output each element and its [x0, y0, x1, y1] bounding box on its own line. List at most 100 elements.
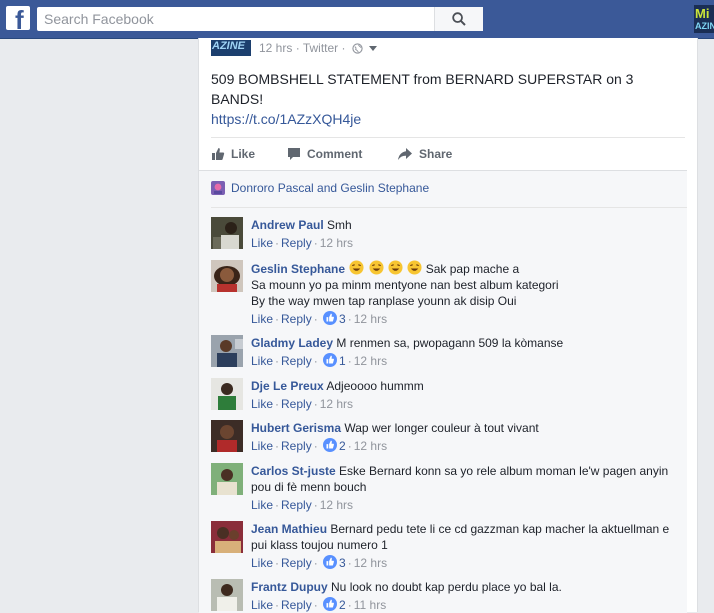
comment-text: Smh: [327, 218, 352, 232]
comment-time[interactable]: 12 hrs: [354, 439, 387, 453]
comment-text: pui klass toujou numero 1: [251, 538, 388, 552]
comment-body: Andrew Paul Smh Like · Reply · 12 hrs: [251, 217, 681, 251]
like-badge-icon: [323, 353, 338, 367]
page-thumbnail-line2: AZIN: [695, 21, 714, 31]
post-author-avatar[interactable]: AZINE: [211, 40, 251, 56]
post-meta: 12 hrs · Twitter ·: [259, 41, 378, 55]
comment-reply-link[interactable]: Reply: [281, 598, 312, 612]
comment-reply-link[interactable]: Reply: [281, 439, 312, 453]
comment-body: Gladmy Ladey M renmen sa, pwopagann 509 …: [251, 335, 681, 369]
divider: [211, 137, 685, 138]
comment-author[interactable]: Carlos St-juste: [251, 464, 336, 478]
laughing-emoji-icon: [407, 260, 422, 275]
comment-like-link[interactable]: Like: [251, 556, 273, 570]
comment-meta: Like · Reply · 3 · 12 hrs: [251, 555, 388, 570]
like-button[interactable]: Like: [211, 145, 255, 163]
comment-reply-link[interactable]: Reply: [281, 397, 312, 411]
laughing-emoji-icon: [369, 260, 384, 275]
laughing-emoji-icon: [388, 260, 403, 275]
like-badge-icon: [323, 597, 338, 611]
comment-author[interactable]: Jean Mathieu: [251, 522, 327, 536]
laughing-emoji-icon: [349, 260, 364, 275]
post-card: AZINE 12 hrs · Twitter · 509 BOMBSHELL S…: [198, 38, 698, 613]
comment-time[interactable]: 12 hrs: [320, 397, 353, 411]
comment-time[interactable]: 12 hrs: [354, 312, 387, 326]
comment-meta: Like · Reply · 2 · 12 hrs: [251, 438, 388, 453]
post-body: 509 BOMBSHELL STATEMENT from BERNARD SUP…: [211, 69, 651, 129]
comment-like-link[interactable]: Like: [251, 354, 273, 368]
comment-like-count[interactable]: 2: [339, 439, 346, 453]
reaction-summary[interactable]: Donroro Pascal and Geslin Stephane: [211, 181, 429, 195]
comment-like-count[interactable]: 3: [339, 312, 346, 326]
comment-text: Sa mounn yo pa minm mentyone nan best al…: [251, 278, 559, 292]
comment-reply-link[interactable]: Reply: [281, 556, 312, 570]
comment-author[interactable]: Hubert Gerisma: [251, 421, 341, 435]
thumbs-up-icon: [212, 148, 225, 160]
avatar[interactable]: [211, 420, 243, 452]
page-thumbnail[interactable]: Mi AZIN: [694, 5, 714, 33]
comment-like-count[interactable]: 1: [339, 354, 346, 368]
search-input[interactable]: [44, 7, 434, 31]
comment-body: Frantz Dupuy Nu look no doubt kap perdu …: [251, 579, 681, 613]
comment-text: Bernard pedu tete li ce cd gazzman kap m…: [330, 522, 670, 536]
avatar[interactable]: [211, 260, 243, 292]
comment-like-count[interactable]: 2: [339, 598, 346, 612]
top-navigation-bar: f Mi AZIN: [0, 0, 714, 39]
comment-like-link[interactable]: Like: [251, 312, 273, 326]
comment-time[interactable]: 12 hrs: [354, 556, 387, 570]
reaction-summary-text: Donroro Pascal and Geslin Stephane: [231, 181, 430, 195]
comment-time[interactable]: 12 hrs: [320, 236, 353, 250]
share-button[interactable]: Share: [397, 145, 452, 163]
avatar[interactable]: [211, 378, 243, 410]
avatar[interactable]: [211, 463, 243, 495]
search-button[interactable]: [434, 7, 483, 31]
comment-time[interactable]: 11 hrs: [354, 598, 386, 612]
audience-dropdown-caret-icon[interactable]: [369, 46, 378, 51]
comment-author[interactable]: Geslin Stephane: [251, 262, 345, 276]
comment-like-count[interactable]: 3: [339, 556, 346, 570]
comment-meta: Like · Reply · 2 · 11 hrs: [251, 597, 387, 612]
comment-like-link[interactable]: Like: [251, 236, 273, 250]
comment-meta: Like · Reply · 1 · 12 hrs: [251, 353, 388, 368]
post-actions: Like Comment Share: [211, 145, 685, 163]
comment-like-link[interactable]: Like: [251, 498, 273, 512]
comment-body: Hubert Gerisma Wap wer longer couleur à …: [251, 420, 681, 454]
post-time[interactable]: 12 hrs: [259, 41, 292, 55]
comment-text: Eske Bernard konn sa yo rele album moman…: [339, 464, 669, 478]
comment-text: Adjeoooo hummm: [326, 379, 424, 393]
comment-icon: [288, 148, 300, 160]
comment-author[interactable]: Frantz Dupuy: [251, 580, 328, 594]
avatar[interactable]: [211, 335, 243, 367]
comment-text: Sak pap mache a: [425, 262, 520, 276]
comment-like-link[interactable]: Like: [251, 439, 273, 453]
comment-author[interactable]: Gladmy Ladey: [251, 336, 333, 350]
comment-text: M renmen sa, pwopagann 509 la kòmanse: [336, 336, 564, 350]
share-arrow-icon: [398, 148, 412, 160]
globe-icon[interactable]: [352, 43, 363, 54]
comment-text: Wap wer longer couleur à tout vivant: [344, 421, 539, 435]
comment-time[interactable]: 12 hrs: [320, 498, 353, 512]
comment-time[interactable]: 12 hrs: [354, 354, 387, 368]
comment-body: Dje Le Preux Adjeoooo hummm Like · Reply · 1…: [251, 378, 681, 412]
avatar[interactable]: [211, 217, 243, 249]
comment-meta: Like · Reply · 12 hrs: [251, 236, 354, 250]
share-button-label: Share: [419, 147, 453, 161]
comment-reply-link[interactable]: Reply: [281, 312, 312, 326]
post-link[interactable]: https://t.co/1AZzXQH4je: [211, 111, 361, 127]
comment-reply-link[interactable]: Reply: [281, 354, 312, 368]
comment-like-link[interactable]: Like: [251, 598, 273, 612]
avatar[interactable]: [211, 579, 243, 611]
comment-reply-link[interactable]: Reply: [281, 498, 312, 512]
comment-text: By the way mwen tap ranplase younn ak di…: [251, 294, 517, 308]
comment-author[interactable]: Dje Le Preux: [251, 379, 324, 393]
comment-meta: Like · Reply · 3 · 12 hrs: [251, 311, 388, 326]
comment-button[interactable]: Comment: [287, 145, 362, 163]
like-button-label: Like: [231, 147, 256, 161]
comment-like-link[interactable]: Like: [251, 397, 273, 411]
facebook-logo-icon[interactable]: f: [6, 6, 30, 30]
comment-reply-link[interactable]: Reply: [281, 236, 312, 250]
post-text: 509 BOMBSHELL STATEMENT from BERNARD SUP…: [211, 71, 634, 107]
like-badge-icon: [323, 555, 338, 569]
comment-author[interactable]: Andrew Paul: [251, 218, 324, 232]
avatar[interactable]: [211, 521, 243, 553]
